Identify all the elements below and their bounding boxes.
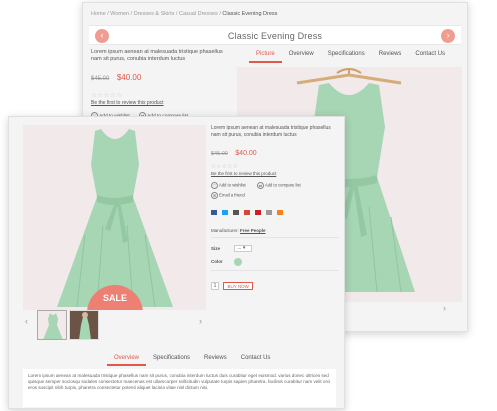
email-friend-link[interactable]: Email a friend (219, 193, 245, 198)
back-summary: Lorem ipsum aenean at malesuada tristiqu… (91, 49, 231, 119)
front-summary: Lorem ipsum aenean at malesuada tristiqu… (211, 125, 339, 295)
color-row: Color (211, 258, 339, 266)
next-product-icon[interactable]: › (441, 29, 455, 43)
email-row: ✉ Email a friend (211, 192, 339, 199)
front-product-panel: SALE ‹ › Lorem ipsum aenean at malesuada… (8, 116, 345, 409)
chevron-down-icon: ▾ (242, 245, 246, 251)
tab-picture[interactable]: Picture (249, 51, 282, 63)
breadcrumb-casual[interactable]: Casual Dresses (179, 11, 218, 17)
breadcrumb: Home / Women / Dresses & Skirts / Casual… (91, 11, 277, 17)
tab-contact-us[interactable]: Contact Us (234, 355, 278, 361)
breadcrumb-separator: / (219, 11, 221, 17)
share-icon[interactable] (232, 210, 239, 216)
manufacturer-label: Manufacturer: (211, 228, 239, 233)
breadcrumb-home[interactable]: Home (91, 11, 106, 17)
review-link[interactable]: Be the first to review this product (211, 171, 339, 176)
tab-contact-us[interactable]: Contact Us (408, 51, 452, 57)
tab-specifications[interactable]: Specifications (146, 355, 197, 361)
breadcrumb-current: Classic Evening Dress (222, 11, 278, 17)
new-price: $40.00 (235, 150, 257, 157)
thumbnail-dress-image (43, 313, 63, 339)
thumbnail-model-image (70, 311, 98, 339)
tab-reviews[interactable]: Reviews (197, 355, 234, 361)
buy-row: 1 BUY NOW (211, 277, 339, 295)
breadcrumb-separator: / (175, 11, 178, 17)
thumbnail-1[interactable] (37, 310, 67, 340)
front-action-row: ♡ Add to wishlist ⇄ Add to compare list (211, 182, 339, 189)
main-product-photo[interactable]: SALE (23, 125, 206, 310)
tab-specifications[interactable]: Specifications (321, 51, 372, 57)
color-label: Color (211, 259, 223, 265)
manufacturer-link[interactable]: Free People (240, 228, 266, 233)
dress-image (57, 129, 173, 308)
thumbs-next-icon[interactable]: › (199, 316, 202, 326)
tab-overview[interactable]: Overview (282, 51, 321, 57)
facebook-icon[interactable] (211, 210, 217, 216)
buy-now-button[interactable]: BUY NOW (223, 281, 253, 290)
size-row: Size ... ▾ (211, 245, 339, 252)
review-link[interactable]: Be the first to review this product (91, 100, 231, 106)
plus-share-icon[interactable] (276, 210, 283, 216)
breadcrumb-separator: / (107, 11, 109, 17)
short-description: Lorem ipsum aenean at malesuada tristiqu… (91, 49, 223, 62)
breadcrumb-women[interactable]: Women (110, 11, 129, 17)
short-description: Lorem ipsum aenean at malesuada tristiqu… (211, 125, 331, 138)
manufacturer-row: Manufacturer: Free People (211, 228, 339, 233)
social-buttons (211, 204, 339, 222)
prev-product-icon[interactable]: ‹ (95, 29, 109, 43)
size-label: Size (211, 245, 221, 251)
heart-icon[interactable]: ♡ (211, 182, 218, 189)
google-plus-icon[interactable] (243, 210, 250, 216)
compare-link[interactable]: Add to compare list (265, 183, 301, 188)
size-value: ... (237, 245, 242, 251)
thumbs-prev-icon[interactable]: ‹ (25, 316, 28, 326)
compare-icon[interactable]: ⇄ (256, 182, 264, 189)
thumbnail-2[interactable] (69, 310, 99, 340)
rating-stars[interactable]: ☆☆☆☆☆ (91, 91, 231, 99)
price-row: $45.00 $40.00 (91, 67, 231, 85)
breadcrumb-separator: / (130, 11, 133, 17)
pinterest-icon[interactable] (254, 210, 261, 216)
quantity-input[interactable]: 1 (211, 281, 219, 290)
page-title: Classic Evening Dress (227, 31, 323, 41)
divider (211, 270, 339, 271)
mail-icon[interactable]: ✉ (211, 192, 218, 199)
overview-content: Lorem ipsum aenean at malesuada tristiqu… (23, 369, 336, 407)
more-share-icon[interactable] (265, 210, 272, 216)
front-tabs: Overview Specifications Reviews Contact … (107, 355, 278, 366)
photo-next-icon[interactable]: › (443, 303, 446, 313)
overview-text: Lorem ipsum aenean at malesuada tristiqu… (28, 373, 331, 391)
breadcrumb-dresses[interactable]: Dresses & Skirts (134, 11, 175, 17)
back-tabs: Picture Overview Specifications Reviews … (249, 51, 452, 63)
product-title-bar: ‹ Classic Evening Dress › (89, 25, 461, 45)
wishlist-link[interactable]: Add to wishlist (219, 183, 246, 188)
tab-overview[interactable]: Overview (107, 355, 147, 366)
rating-stars[interactable]: ☆☆☆☆☆ (211, 164, 339, 170)
twitter-icon[interactable] (221, 210, 228, 216)
price-row: $45.00 $40.00 (211, 142, 339, 160)
size-select[interactable]: ... ▾ (234, 245, 253, 252)
new-price: $40.00 (116, 73, 142, 82)
old-price: $45.00 (91, 76, 110, 82)
color-swatch-mint[interactable] (234, 258, 243, 266)
tab-reviews[interactable]: Reviews (372, 51, 409, 57)
old-price: $45.00 (211, 151, 228, 157)
divider (211, 237, 339, 238)
